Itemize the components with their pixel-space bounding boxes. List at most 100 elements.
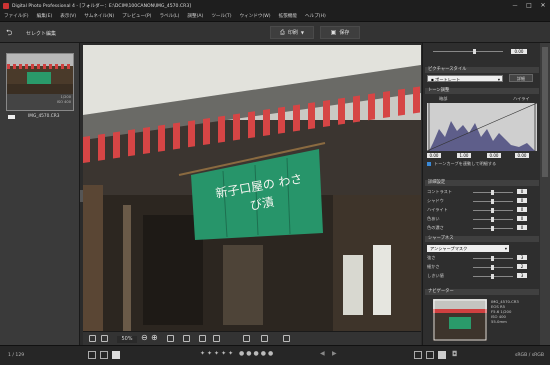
detail-row: 色あい 0 (423, 216, 541, 225)
prev-image-icon[interactable]: ◀ (320, 350, 325, 357)
auto-checkbox[interactable] (427, 162, 431, 166)
next-image-icon[interactable]: ▶ (332, 350, 337, 357)
picture-style-detail-button[interactable]: 詳細 (509, 74, 533, 82)
menu-view[interactable]: 表示(V) (56, 13, 80, 19)
layout-icon[interactable] (261, 335, 268, 342)
view-toggle-1-icon[interactable] (414, 351, 422, 359)
thumb-stripe (55, 64, 58, 69)
zoom-out-icon[interactable]: ⊖ (141, 333, 148, 342)
view-toggle-2-icon[interactable] (426, 351, 434, 359)
status-right: sRGB / sRGB (514, 353, 544, 358)
print-button[interactable]: ⎙ 印刷 ▼ (270, 26, 314, 39)
slider-knob[interactable] (491, 199, 494, 204)
detail-slider[interactable] (473, 190, 513, 195)
menu-extensions[interactable]: 拡張機能 (275, 13, 301, 19)
menu-help[interactable]: ヘルプ(H) (301, 13, 330, 19)
maximize-button[interactable]: □ (522, 2, 536, 9)
layout-split-icon[interactable] (100, 351, 108, 359)
chevron-down-icon: ▼ (300, 30, 304, 35)
layout-single-icon[interactable] (88, 351, 96, 359)
return-arrow-icon[interactable]: ⮌ (6, 27, 12, 41)
panel-scrollbar[interactable] (540, 43, 550, 345)
tool-palette: 0.00 ピクチャースタイル ▪ ポートレート ▾ 詳細 トーン調整 暗部 ハイ… (422, 43, 540, 345)
slider-knob[interactable] (491, 265, 494, 270)
sharpness-sliders: 強さ 3 細かさ 2 しきい値 3 (423, 255, 541, 285)
menu-window[interactable]: ウィンドウ(W) (236, 13, 275, 19)
awning-stripe (263, 108, 270, 136)
rating-controls[interactable]: ✦✦✦✦✦ ●●●●● (200, 350, 275, 357)
level-value-4[interactable]: 0.00 (515, 153, 529, 158)
view-toggle-3-icon[interactable] (438, 351, 446, 359)
minimize-button[interactable]: — (508, 3, 522, 9)
detail-header[interactable]: 詳細設定 (425, 180, 539, 186)
grid-icon[interactable] (183, 335, 190, 342)
slider-knob[interactable] (491, 256, 494, 261)
navigator-header[interactable]: ナビゲーター (425, 289, 539, 295)
detail-label: 色の濃さ (427, 225, 444, 230)
layout-full-icon[interactable] (112, 351, 120, 359)
awning-stripe (218, 115, 225, 143)
fit-icon[interactable] (89, 335, 96, 342)
slider-knob[interactable] (491, 208, 494, 213)
menu-file[interactable]: ファイル(F) (0, 13, 33, 19)
menu-bar: ファイル(F) 編集(E) 表示(V) サムネイル(N) プレビュー(P) ラベ… (0, 11, 550, 22)
thumb-stripe (25, 64, 28, 69)
awning-stripe (368, 93, 375, 121)
picture-style-select[interactable]: ▪ ポートレート ▾ (427, 75, 503, 82)
detail-slider[interactable] (473, 199, 513, 204)
slider-knob[interactable] (491, 190, 494, 195)
menu-adjust[interactable]: 調整(A) (183, 13, 207, 19)
thumb-stripe (49, 64, 52, 69)
compare-icon[interactable] (213, 335, 220, 342)
sharpness-mode-select[interactable]: アンシャープマスク ▾ (427, 245, 509, 252)
level-value-2[interactable]: 1.00 (457, 153, 471, 158)
detail-slider[interactable] (473, 208, 513, 213)
thumb-checkbox[interactable] (8, 115, 15, 119)
highlight-warning-icon[interactable] (199, 335, 206, 342)
sharpness-slider[interactable] (473, 274, 513, 279)
scroll-thumb[interactable] (542, 47, 548, 177)
slider-knob[interactable] (491, 217, 494, 222)
exposure-slider[interactable] (433, 49, 503, 54)
detail-value[interactable]: 0 (517, 225, 527, 230)
sharpness-slider[interactable] (473, 256, 513, 261)
slider-knob[interactable] (491, 274, 494, 279)
zoom-value[interactable]: 50% (117, 336, 137, 343)
detail-value[interactable]: 0 (517, 198, 527, 203)
detail-value[interactable]: 0 (517, 207, 527, 212)
close-button[interactable]: ✕ (536, 2, 550, 9)
level-value-3[interactable]: 0.00 (487, 153, 501, 158)
navigator-thumbnail[interactable] (433, 299, 487, 341)
rotate-icon[interactable] (243, 335, 250, 342)
sharpness-value[interactable]: 2 (517, 264, 527, 269)
detail-value[interactable]: 0 (517, 189, 527, 194)
thumbnail-selected[interactable]: 1/200 ISO 400 (6, 53, 74, 111)
exposure-value[interactable]: 0.00 (511, 49, 527, 54)
detail-value[interactable]: 0 (517, 216, 527, 221)
sharpness-slider[interactable] (473, 265, 513, 270)
sharpness-header[interactable]: シャープネス (425, 236, 539, 242)
menu-thumbnail[interactable]: サムネイル(N) (80, 13, 118, 19)
save-button[interactable]: ▣ 保存 (320, 26, 360, 39)
detail-slider[interactable] (473, 226, 513, 231)
menu-edit[interactable]: 編集(E) (33, 13, 57, 19)
level-value-1[interactable]: 0.00 (427, 153, 441, 158)
awning-stripe (338, 97, 345, 125)
zoom-in-icon[interactable]: ⊕ (151, 333, 158, 342)
menu-tools[interactable]: ツール(T) (207, 13, 235, 19)
camera-icon[interactable]: ◘ (452, 350, 458, 358)
menu-label[interactable]: ラベル(L) (155, 13, 183, 19)
actual-size-icon[interactable] (101, 335, 108, 342)
sharpness-value[interactable]: 3 (517, 255, 527, 260)
histogram[interactable] (427, 103, 537, 151)
sharpness-value[interactable]: 3 (517, 273, 527, 278)
tone-header[interactable]: トーン調整 (425, 88, 539, 94)
detail-slider[interactable] (473, 217, 513, 222)
picture-style-header[interactable]: ピクチャースタイル (425, 67, 539, 73)
slider-knob[interactable] (491, 226, 494, 231)
image-view-icon[interactable] (283, 335, 290, 342)
preview-area[interactable]: 新子口屋の わさび漬 (83, 45, 421, 331)
menu-preview[interactable]: プレビュー(P) (118, 13, 155, 19)
af-point-icon[interactable] (167, 335, 174, 342)
awning-stripe (128, 129, 135, 157)
